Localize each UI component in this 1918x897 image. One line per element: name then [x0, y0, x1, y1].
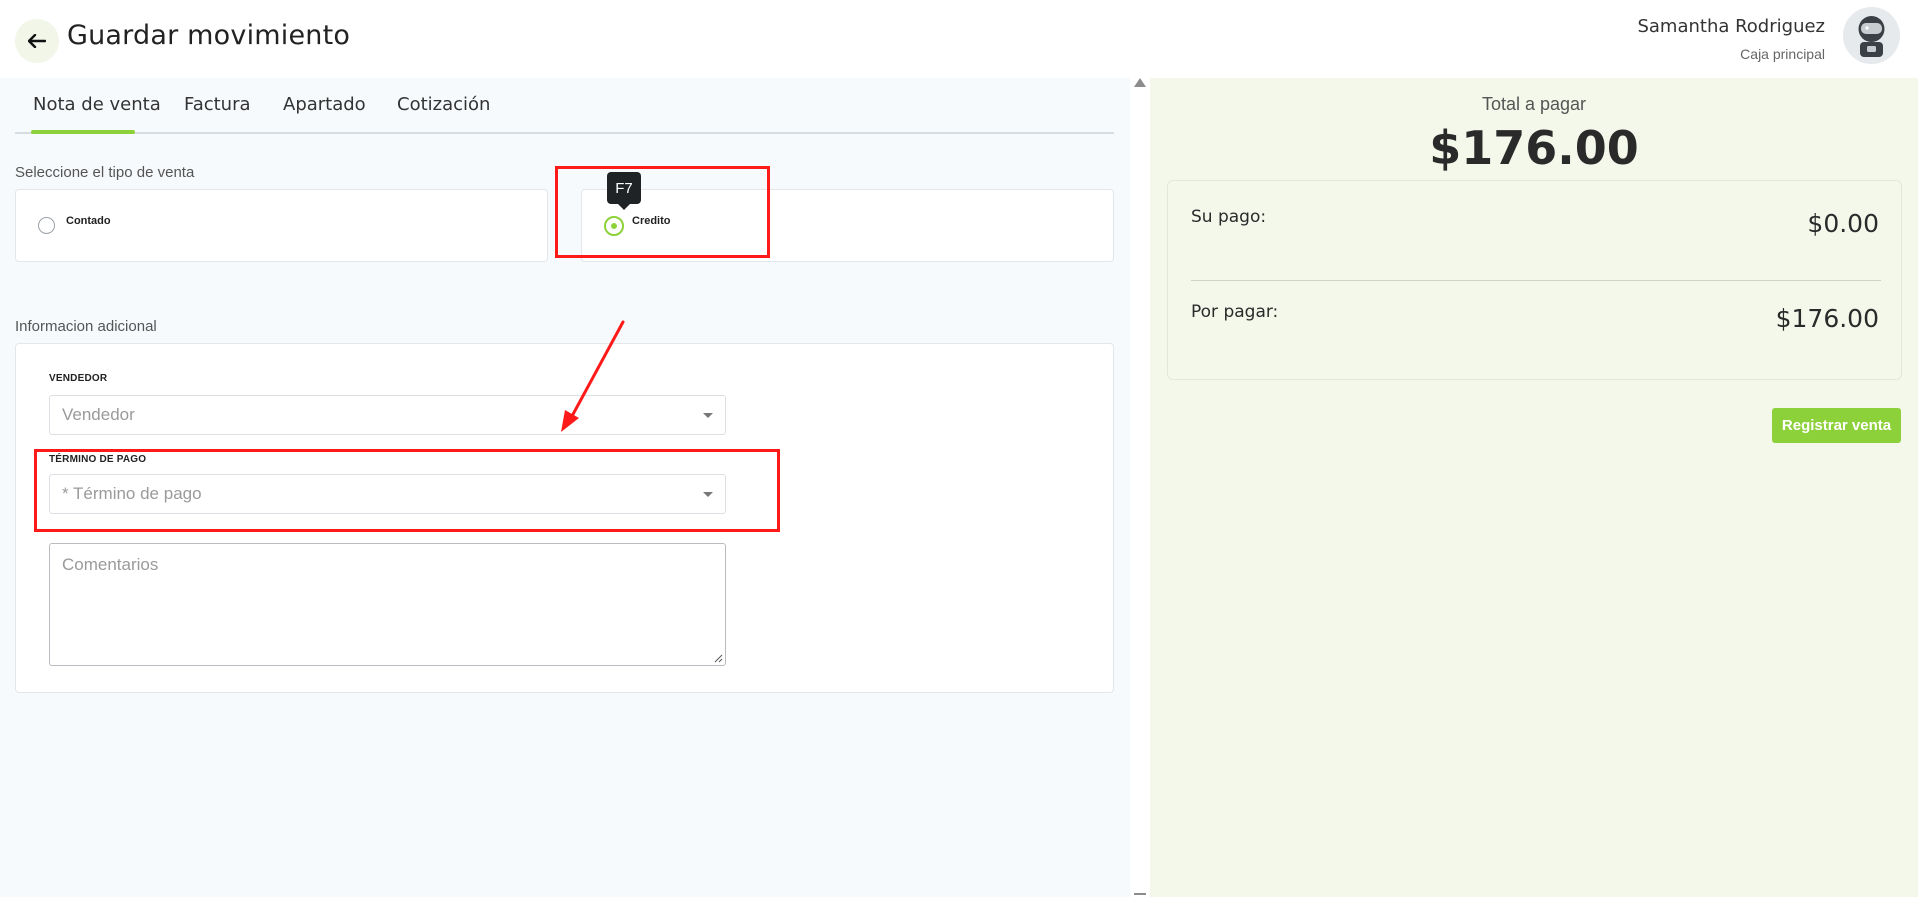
annotation-box-payment-term — [34, 449, 780, 532]
your-payment-label: Su pago: — [1191, 207, 1267, 227]
seller-label: VENDEDOR — [49, 373, 108, 384]
resize-grip-icon[interactable] — [714, 654, 723, 663]
contado-radio[interactable] — [38, 217, 55, 234]
scroll-up-arrow-icon[interactable] — [1134, 78, 1146, 87]
annotation-box-credito — [555, 166, 770, 258]
pending-label: Por pagar: — [1191, 302, 1279, 322]
payment-card: Su pago: $0.00 Por pagar: $176.00 — [1167, 180, 1902, 380]
tab-bar: Nota de venta Factura Apartado Cotizació… — [15, 78, 1114, 134]
comments-textarea[interactable]: Comentarios — [49, 543, 726, 666]
tab-apartado[interactable]: Apartado — [283, 94, 366, 115]
user-name: Samantha Rodriguez — [1637, 16, 1825, 37]
astronaut-avatar-icon — [1843, 7, 1900, 64]
total-label: Total a pagar — [1481, 94, 1587, 114]
sale-type-contado[interactable]: Contado — [15, 189, 548, 262]
scroll-down-arrow-icon[interactable] — [1134, 893, 1146, 895]
tab-nota-de-venta[interactable]: Nota de venta — [33, 94, 161, 115]
top-header: Guardar movimiento Samantha Rodriguez Ca… — [0, 0, 1918, 78]
active-tab-indicator — [31, 130, 135, 134]
sale-type-label: Seleccione el tipo de venta — [15, 164, 195, 181]
register-sale-button[interactable]: Registrar venta — [1772, 408, 1901, 443]
avatar[interactable] — [1843, 7, 1900, 64]
back-button[interactable] — [15, 19, 59, 63]
page-title: Guardar movimiento — [67, 20, 351, 51]
user-role: Caja principal — [1740, 46, 1825, 62]
additional-info-label: Informacion adicional — [15, 318, 157, 335]
annotation-arrow-icon — [561, 320, 625, 432]
tab-factura[interactable]: Factura — [184, 94, 251, 115]
payment-divider — [1191, 280, 1881, 281]
tab-cotizacion[interactable]: Cotización — [397, 94, 490, 115]
pending-value: $176.00 — [1775, 304, 1879, 333]
comments-placeholder: Comentarios — [62, 555, 159, 574]
arrow-left-icon — [28, 34, 46, 48]
your-payment-value: $0.00 — [1807, 209, 1879, 238]
contado-label: Contado — [66, 215, 111, 227]
caret-down-icon — [703, 413, 713, 418]
total-value: $176.00 — [1429, 121, 1639, 175]
seller-placeholder: Vendedor — [62, 405, 135, 424]
payment-summary-panel: Total a pagar $176.00 Su pago: $0.00 Por… — [1150, 78, 1918, 897]
